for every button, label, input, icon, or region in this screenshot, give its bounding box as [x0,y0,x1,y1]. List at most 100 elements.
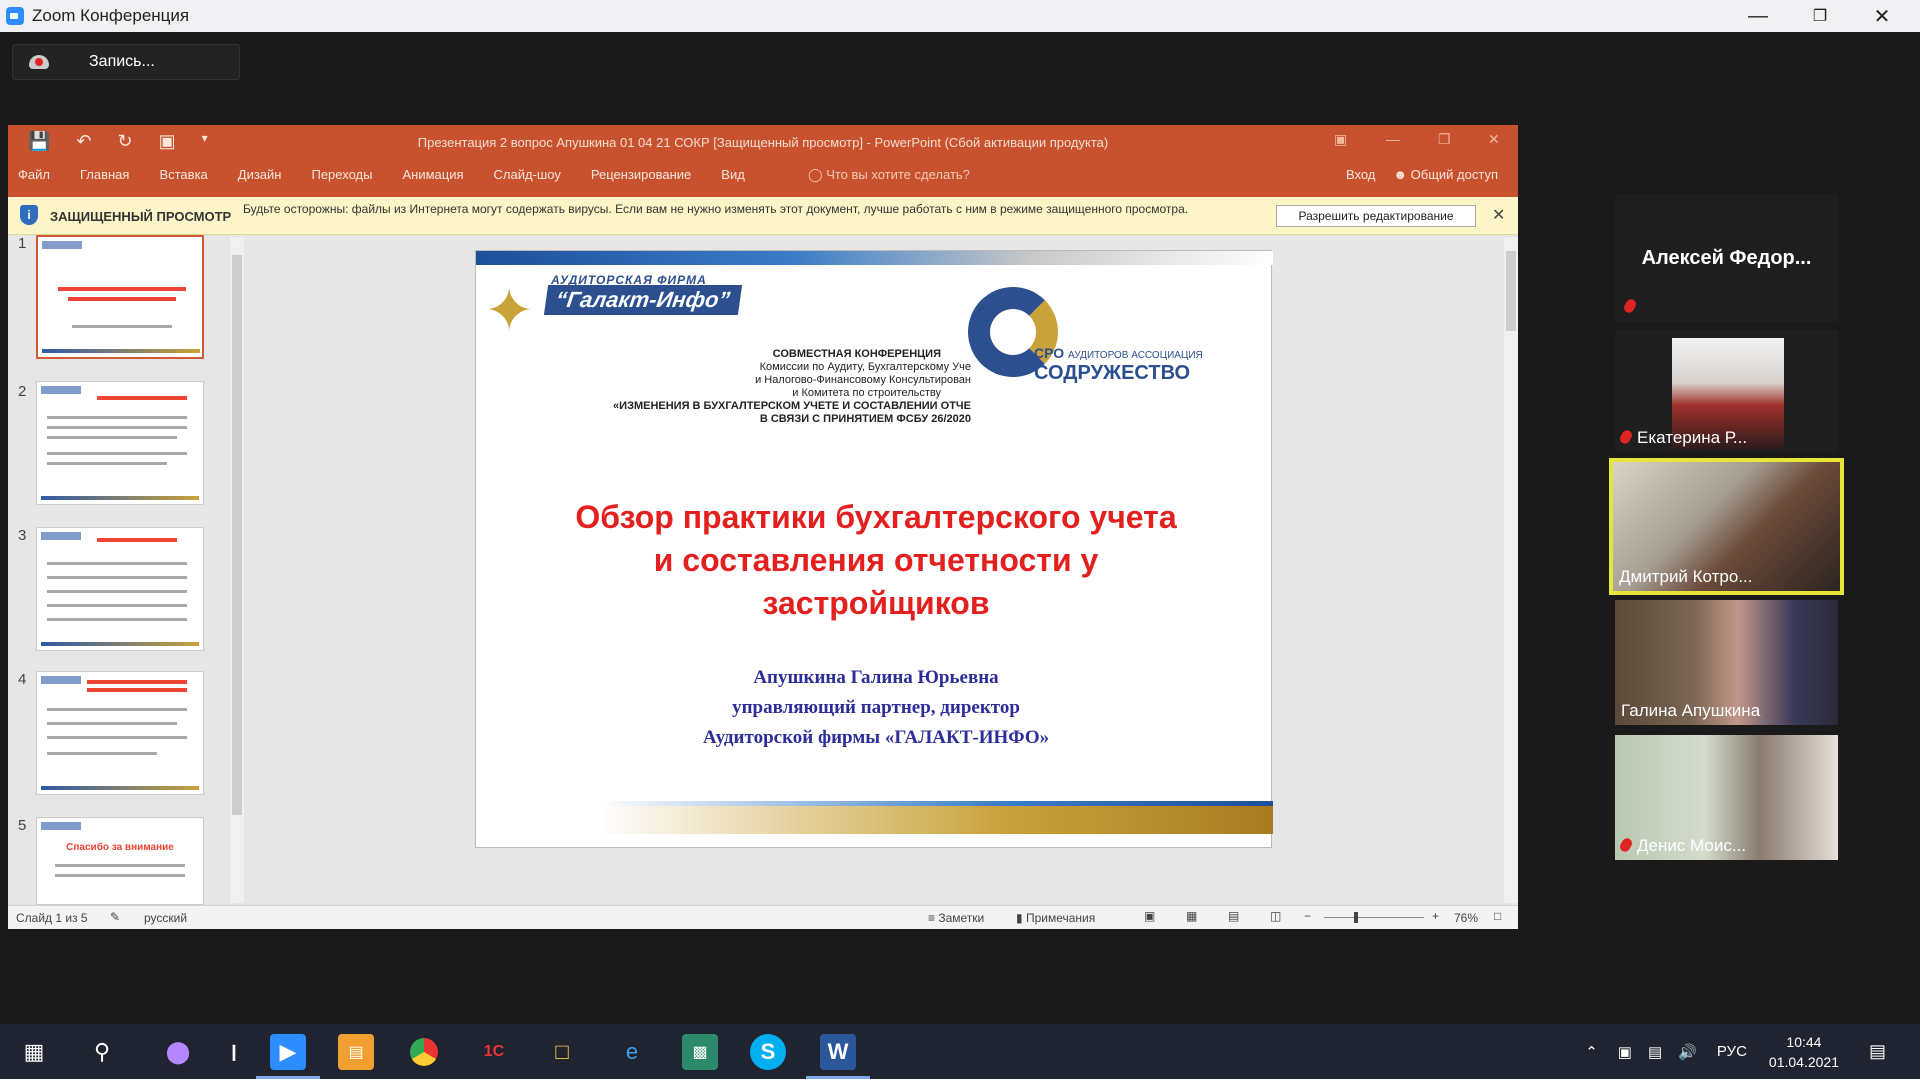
tab-design[interactable]: Дизайн [238,167,282,182]
recording-indicator[interactable]: Запись... [12,44,240,80]
enable-editing-button[interactable]: Разрешить редактирование [1276,205,1476,227]
thumbnail-scrollbar[interactable] [230,237,244,903]
word-icon[interactable]: W [806,1034,870,1079]
scroll-thumb[interactable] [232,255,242,815]
thumb-text [47,416,187,419]
participant-tile[interactable]: Алексей Федор... [1615,195,1838,323]
tab-file[interactable]: Файл [18,167,50,182]
calendar-app-icon[interactable]: ▤ [338,1034,374,1070]
minimize-button[interactable]: — [1727,0,1789,32]
photos-app-icon[interactable]: ▩ [682,1034,718,1070]
spellcheck-icon[interactable]: ✎ [110,910,120,924]
zoom-title-bar: Zoom Конференция — ❐ ✕ [0,0,1920,32]
star-logo-icon: ✦ [484,277,535,344]
slideshow-view-icon[interactable]: ◫ [1270,909,1281,923]
tell-me-search[interactable]: ◯ Что вы хотите сделать? [808,167,970,183]
comments-label: Примечания [1025,911,1096,925]
tab-home[interactable]: Главная [80,167,129,182]
share-button[interactable]: ☻ Общий доступ [1393,167,1498,182]
thumb-text [47,752,157,755]
zoom-slider-thumb[interactable] [1354,912,1358,923]
1c-icon[interactable]: 1C [476,1034,512,1070]
sign-in-link[interactable]: Вход [1346,167,1375,182]
thumb-text [47,618,187,621]
restore-button[interactable]: ❐ [1789,0,1851,32]
ppt-minimize-button[interactable]: — [1386,131,1400,147]
input-language[interactable]: РУС [1717,1043,1747,1060]
protected-view-message: Будьте осторожны: файлы из Интернета мог… [243,202,1189,216]
windows-start-icon[interactable]: ▦ [16,1034,52,1070]
participant-tile[interactable]: Денис Моис... [1615,735,1838,860]
normal-view-icon[interactable]: ▣ [1144,909,1155,923]
thumb-number: 2 [18,383,27,400]
notes-button[interactable]: ≡ Заметки [928,911,984,925]
sorter-view-icon[interactable]: ▦ [1186,909,1197,923]
tab-slideshow[interactable]: Слайд-шоу [494,167,561,182]
thumb-footer [41,496,199,500]
conf-line: и Комитета по строительству [792,387,941,399]
close-bar-icon[interactable]: ✕ [1492,205,1505,225]
internet-explorer-icon[interactable]: e [614,1034,650,1070]
show-hidden-icons-icon[interactable]: ⌃ [1585,1043,1598,1061]
zoom-logo-icon [6,7,24,25]
current-slide[interactable]: ✦ АУДИТОРСКАЯ ФИРМА “Галакт-Инфо” СОВМЕС… [475,250,1273,848]
meet-now-icon[interactable]: ▣ [1618,1043,1632,1061]
slide-thumbnail-4[interactable] [36,671,204,795]
file-explorer-icon[interactable]: □ [544,1034,580,1070]
comments-button[interactable]: ▮ Примечания [1016,911,1095,925]
zoom-in-icon[interactable]: + [1432,909,1439,923]
author-line: Аудиторской фирмы «ГАЛАКТ-ИНФО» [702,727,1050,748]
slide-title: Обзор практики бухгалтерского учета и со… [496,496,1256,625]
tab-view[interactable]: Вид [721,167,745,182]
ppt-close-button[interactable]: ✕ [1488,131,1500,148]
ppt-restore-button[interactable]: ❐ [1438,131,1451,148]
tab-animations[interactable]: Анимация [402,167,463,182]
thumb5-title: Спасибо за внимание [66,842,174,853]
scroll-thumb[interactable] [1506,251,1516,331]
sro-line1: СРО АУДИТОРОВ АССОЦИАЦИЯ [1034,345,1203,361]
chrome-logo [410,1038,438,1066]
notifications-icon[interactable]: ▤ [1869,1041,1886,1062]
info-shield-icon: i [20,205,38,225]
zoom-window-title: Zoom Конференция [32,6,190,25]
participant-tile[interactable]: Галина Апушкина [1615,600,1838,725]
thumb-title [97,396,187,400]
title-line: застройщиков [762,585,990,621]
thumb-header [42,241,82,249]
slide-thumbnail-3[interactable] [36,527,204,651]
conf-line: СОВМЕСТНАЯ КОНФЕРЕНЦИЯ [772,348,941,360]
thumb-text [47,590,187,593]
participant-name: Екатерина Р... [1637,428,1748,447]
participant-tile[interactable]: Екатерина Р... [1615,330,1838,452]
volume-icon[interactable]: 🔊 [1678,1043,1697,1061]
slide-thumbnail-2[interactable] [36,381,204,505]
tab-review[interactable]: Рецензирование [591,167,691,182]
reading-view-icon[interactable]: ▤ [1228,909,1239,923]
fit-slide-icon[interactable]: □ [1494,909,1501,923]
network-icon[interactable]: ▤ [1648,1043,1662,1061]
search-icon[interactable]: ⚲ [84,1034,120,1070]
thumb-text [47,604,187,607]
clock[interactable]: 10:44 01.04.2021 [1769,1032,1839,1072]
language-indicator[interactable]: русский [144,911,187,925]
close-button[interactable]: ✕ [1851,0,1913,32]
thumb-number: 4 [18,671,27,688]
slide-thumbnail-1[interactable] [36,235,204,359]
conf-line: и Налогово-Финансовому Консультирован [755,374,971,386]
task-view-icon[interactable]: ❙ [216,1034,252,1070]
protected-view-bar: i ЗАЩИЩЕННЫЙ ПРОСМОТР Будьте осторожны: … [8,197,1518,235]
zoom-level[interactable]: 76% [1454,911,1478,925]
participant-tile-active-speaker[interactable]: Дмитрий Котро... [1609,458,1844,595]
thumb-text [72,325,172,328]
tab-transitions[interactable]: Переходы [311,167,372,182]
slide-scrollbar[interactable] [1504,237,1518,903]
chrome-icon[interactable] [406,1034,442,1070]
zoom-slider[interactable] [1324,917,1424,918]
tab-insert[interactable]: Вставка [159,167,207,182]
cortana-icon[interactable]: ⬤ [160,1034,196,1070]
slide-thumbnail-5[interactable]: Спасибо за внимание [36,817,204,905]
skype-icon[interactable]: S [750,1034,786,1070]
ribbon-display-icon[interactable]: ▣ [1334,131,1347,148]
zoom-taskbar-icon[interactable]: ▶ [256,1034,320,1079]
zoom-out-icon[interactable]: − [1304,909,1311,923]
